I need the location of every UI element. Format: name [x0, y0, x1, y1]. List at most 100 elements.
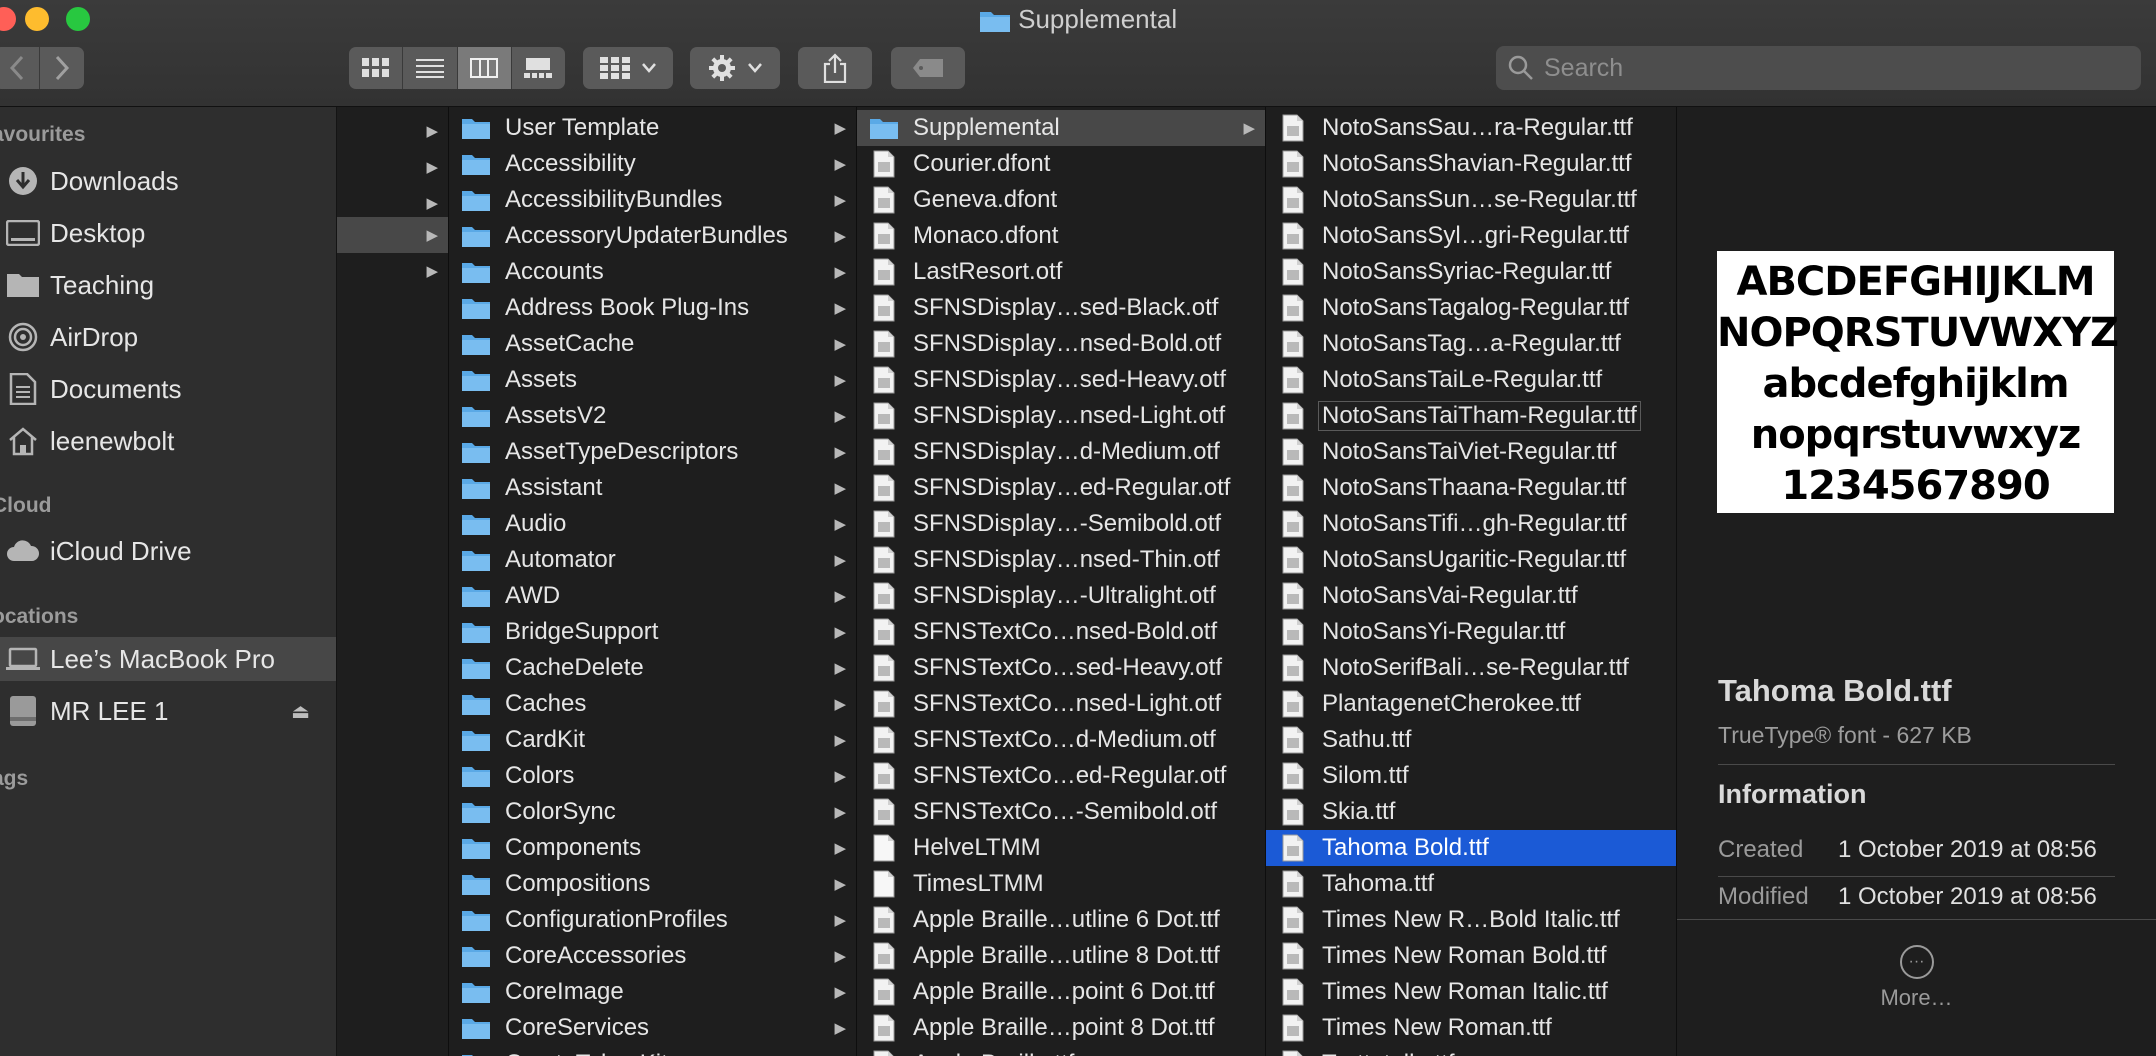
eject-icon[interactable]: ⏏: [291, 699, 310, 724]
list-item[interactable]: SFNSDisplay…d-Medium.otf: [857, 434, 1265, 470]
list-item[interactable]: Apple Braille…utline 8 Dot.ttf: [857, 938, 1265, 974]
list-item[interactable]: NotoSansThaana-Regular.ttf: [1266, 470, 1676, 506]
list-item[interactable]: SFNSTextCo…sed-Heavy.otf: [857, 650, 1265, 686]
list-item[interactable]: NotoSansSyl…gri-Regular.ttf: [1266, 218, 1676, 254]
list-item[interactable]: CryptoTokenKit▶: [449, 1046, 856, 1056]
list-item[interactable]: Apple Braille.ttf: [857, 1046, 1265, 1056]
list-item[interactable]: NotoSansUgaritic-Regular.ttf: [1266, 542, 1676, 578]
list-item[interactable]: SFNSDisplay…ed-Regular.otf: [857, 470, 1265, 506]
gallery-view-button[interactable]: [512, 47, 565, 89]
list-item[interactable]: LastResort.otf: [857, 254, 1265, 290]
list-item[interactable]: NotoSansShavian-Regular.ttf: [1266, 146, 1676, 182]
list-item[interactable]: SFNSTextCo…-Semibold.otf: [857, 794, 1265, 830]
list-item[interactable]: BridgeSupport ▶: [449, 614, 856, 650]
list-item[interactable]: NotoSansSyriac-Regular.ttf: [1266, 254, 1676, 290]
list-item[interactable]: Courier.dfont: [857, 146, 1265, 182]
sidebar-item-macbook[interactable]: Lee’s MacBook Pro: [0, 637, 336, 681]
list-item[interactable]: Components ▶: [449, 830, 856, 866]
forward-button[interactable]: [40, 47, 84, 89]
list-item[interactable]: Times New R…Bold Italic.ttf: [1266, 902, 1676, 938]
list-item[interactable]: SFNSTextCo…nsed-Bold.otf: [857, 614, 1265, 650]
list-item[interactable]: AssetCache ▶: [449, 326, 856, 362]
list-item[interactable]: SFNSDisplay…nsed-Light.otf: [857, 398, 1265, 434]
list-item[interactable]: Silom.ttf: [1266, 758, 1676, 794]
list-item[interactable]: SFNSDisplay…-Ultralight.otf: [857, 578, 1265, 614]
list-item[interactable]: SFNSDisplay…sed-Black.otf: [857, 290, 1265, 326]
list-item[interactable]: Times New Roman.ttf: [1266, 1010, 1676, 1046]
list-item[interactable]: ConfigurationProfiles ▶: [449, 902, 856, 938]
list-item[interactable]: NotoSansTag…a-Regular.ttf: [1266, 326, 1676, 362]
list-item[interactable]: AssetsV2 ▶: [449, 398, 856, 434]
list-item[interactable]: AccessoryUpdaterBundles ▶: [449, 218, 856, 254]
list-item[interactable]: Sathu.ttf: [1266, 722, 1676, 758]
list-item[interactable]: PlantagenetCherokee.ttf: [1266, 686, 1676, 722]
list-view-button[interactable]: [403, 47, 458, 89]
list-item[interactable]: NotoSansSun…se-Regular.ttf: [1266, 182, 1676, 218]
list-item[interactable]: CoreImage ▶: [449, 974, 856, 1010]
list-item[interactable]: Tahoma.ttf: [1266, 866, 1676, 902]
list-item[interactable]: AssetTypeDescriptors ▶: [449, 434, 856, 470]
list-item[interactable]: Skia.ttf: [1266, 794, 1676, 830]
share-button[interactable]: [798, 47, 872, 89]
sidebar-item-mr-lee-1[interactable]: MR LEE 1 ⏏: [0, 689, 336, 733]
list-item[interactable]: Compositions ▶: [449, 866, 856, 902]
list-item[interactable]: SFNSTextCo…nsed-Light.otf: [857, 686, 1265, 722]
list-item[interactable]: NotoSansTaiViet-Regular.ttf: [1266, 434, 1676, 470]
sidebar-item-icloud-drive[interactable]: iCloud Drive: [0, 529, 336, 573]
list-item[interactable]: ▶: [337, 185, 448, 221]
sidebar-item-desktop[interactable]: Desktop: [0, 211, 336, 255]
list-item[interactable]: Geneva.dfont: [857, 182, 1265, 218]
list-item[interactable]: Apple Braille…point 6 Dot.ttf: [857, 974, 1265, 1010]
list-item[interactable]: AccessibilityBundles ▶: [449, 182, 856, 218]
list-item[interactable]: SFNSDisplay…sed-Heavy.otf: [857, 362, 1265, 398]
list-item[interactable]: Monaco.dfont: [857, 218, 1265, 254]
list-item[interactable]: Apple Braille…utline 6 Dot.ttf: [857, 902, 1265, 938]
group-by-button[interactable]: [583, 47, 673, 89]
list-item[interactable]: Address Book Plug-Ins ▶: [449, 290, 856, 326]
action-menu-button[interactable]: [690, 47, 780, 89]
list-item[interactable]: Times New Roman Bold.ttf: [1266, 938, 1676, 974]
more-button[interactable]: ··· More…: [1677, 945, 2156, 1011]
list-item[interactable]: User Template ▶: [449, 110, 856, 146]
list-item[interactable]: Supplemental ▶: [857, 110, 1265, 146]
list-item[interactable]: Accessibility ▶: [449, 146, 856, 182]
list-item[interactable]: CoreAccessories ▶: [449, 938, 856, 974]
list-item[interactable]: ▶: [337, 253, 448, 289]
list-item[interactable]: HelveLTMM: [857, 830, 1265, 866]
search-input[interactable]: [1542, 52, 2106, 84]
sidebar-item-home[interactable]: leenewbolt: [0, 419, 336, 463]
list-item[interactable]: Assets ▶: [449, 362, 856, 398]
list-item[interactable]: NotoSansSau…ra-Regular.ttf: [1266, 110, 1676, 146]
sidebar-item-documents[interactable]: Documents: [0, 367, 336, 411]
list-item[interactable]: SFNSTextCo…d-Medium.otf: [857, 722, 1265, 758]
sidebar-item-teaching[interactable]: Teaching: [0, 263, 336, 307]
list-item[interactable]: NotoSansTaiTham-Regular.ttf: [1266, 398, 1676, 434]
list-item[interactable]: ▶: [337, 113, 448, 149]
list-item[interactable]: Assistant ▶: [449, 470, 856, 506]
list-item[interactable]: SFNSDisplay…nsed-Bold.otf: [857, 326, 1265, 362]
list-item[interactable]: Tahoma Bold.ttf: [1266, 830, 1676, 866]
list-item[interactable]: TimesLTMM: [857, 866, 1265, 902]
list-item[interactable]: Automator ▶: [449, 542, 856, 578]
list-item[interactable]: Trattatello.ttf: [1266, 1046, 1676, 1056]
sidebar-item-downloads[interactable]: Downloads: [0, 159, 336, 203]
sidebar-item-airdrop[interactable]: AirDrop: [0, 315, 336, 359]
list-item[interactable]: SFNSDisplay…nsed-Thin.otf: [857, 542, 1265, 578]
column-view-button[interactable]: [457, 47, 512, 89]
list-item[interactable]: Accounts ▶: [449, 254, 856, 290]
list-item[interactable]: NotoSansTagalog-Regular.ttf: [1266, 290, 1676, 326]
list-item[interactable]: NotoSerifBali…se-Regular.ttf: [1266, 650, 1676, 686]
list-item[interactable]: NotoSansTifi…gh-Regular.ttf: [1266, 506, 1676, 542]
back-button[interactable]: [0, 47, 40, 89]
list-item[interactable]: CardKit ▶: [449, 722, 856, 758]
list-item[interactable]: SFNSDisplay…-Semibold.otf: [857, 506, 1265, 542]
icon-view-button[interactable]: [349, 47, 404, 89]
list-item[interactable]: SFNSTextCo…ed-Regular.otf: [857, 758, 1265, 794]
list-item[interactable]: ColorSync ▶: [449, 794, 856, 830]
list-item[interactable]: ▶: [337, 149, 448, 185]
search-field[interactable]: [1496, 46, 2141, 90]
list-item[interactable]: Times New Roman Italic.ttf: [1266, 974, 1676, 1010]
list-item[interactable]: CoreServices ▶: [449, 1010, 856, 1046]
list-item[interactable]: NotoSansTaiLe-Regular.ttf: [1266, 362, 1676, 398]
list-item[interactable]: AWD ▶: [449, 578, 856, 614]
